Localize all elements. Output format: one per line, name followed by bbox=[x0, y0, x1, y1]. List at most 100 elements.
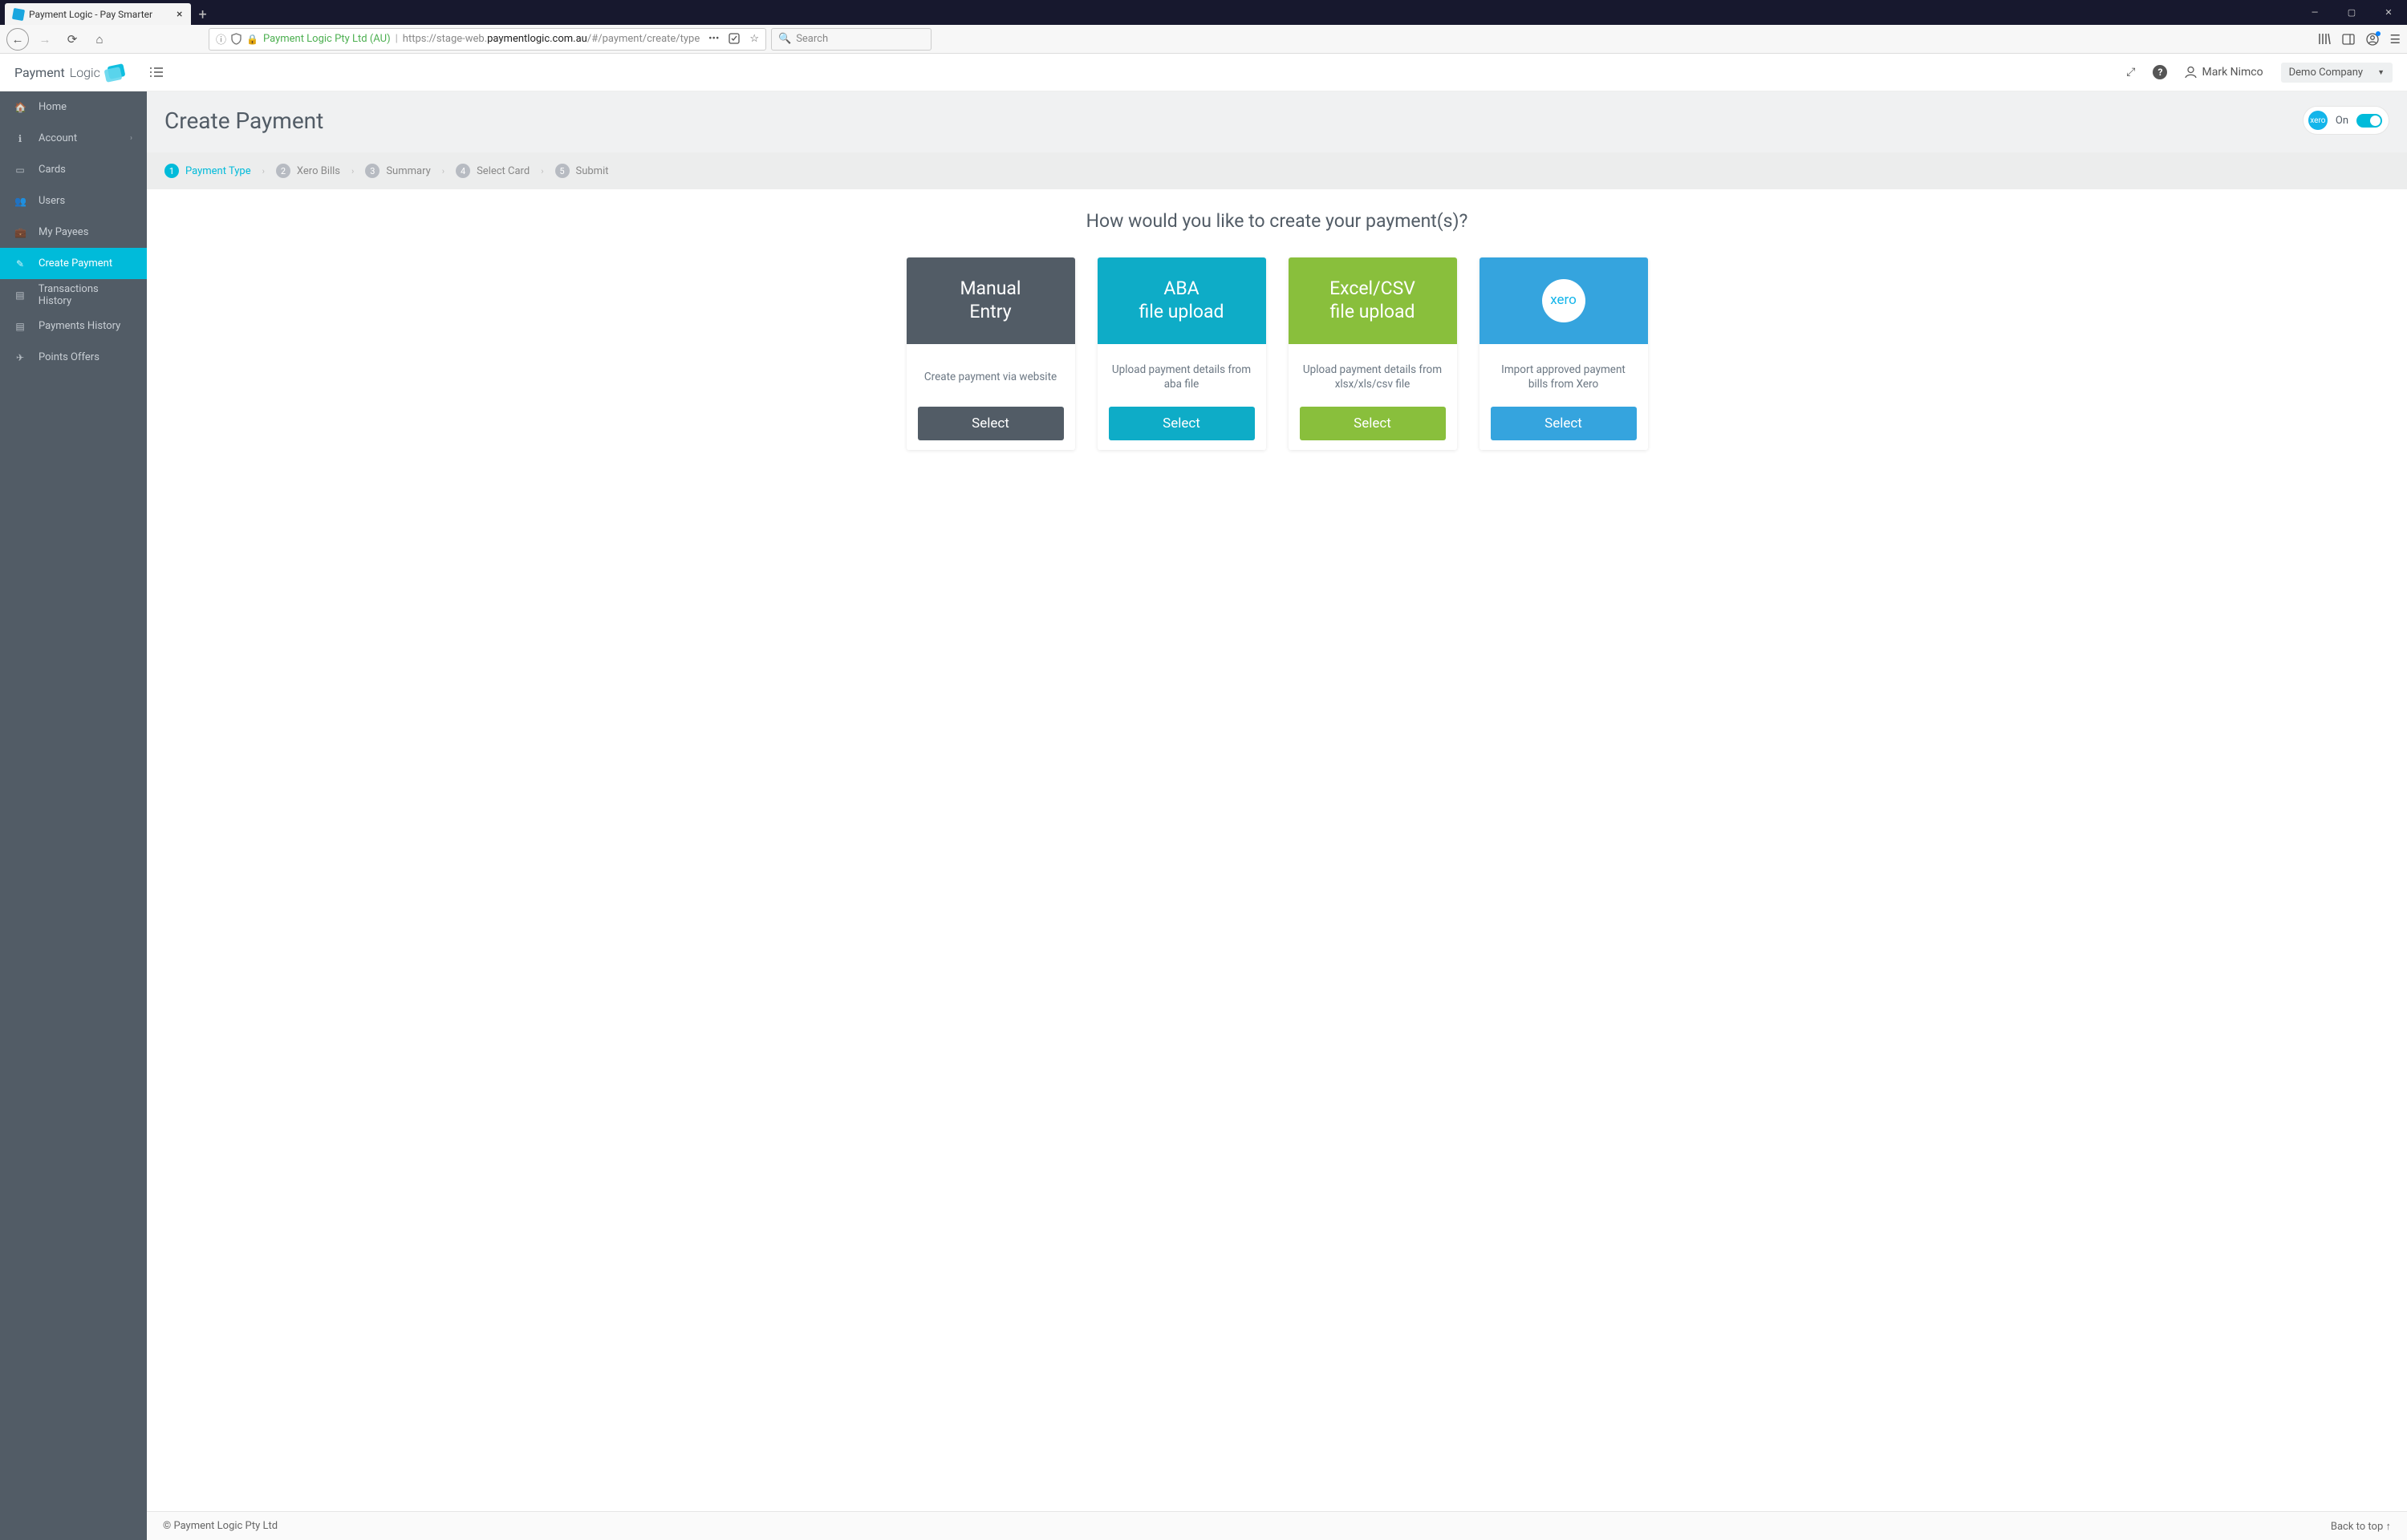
card-title: Excel/CSVfile upload bbox=[1289, 257, 1457, 344]
library-icon[interactable] bbox=[2318, 33, 2331, 45]
sidebar-item-account[interactable]: ℹ Account › bbox=[0, 123, 147, 154]
window-minimize-button[interactable]: — bbox=[2296, 0, 2333, 25]
sidebar-label: Transactions History bbox=[39, 283, 132, 307]
wizard-step-summary[interactable]: 3 Summary bbox=[365, 164, 430, 178]
card-xero-import: xero Import approved payment bills from … bbox=[1480, 257, 1648, 450]
xero-icon: xero bbox=[2308, 111, 2328, 130]
edit-icon: ✎ bbox=[14, 258, 26, 270]
sidebar-item-cards[interactable]: ▭ Cards bbox=[0, 154, 147, 185]
tab-close-icon[interactable]: × bbox=[177, 8, 182, 21]
search-bar[interactable]: 🔍 Search bbox=[771, 28, 932, 51]
list-icon: ▤ bbox=[14, 321, 26, 332]
address-bar[interactable]: ⓘ 🔒 Payment Logic Pty Ltd (AU) | https:/… bbox=[209, 28, 766, 51]
sidebar-item-payees[interactable]: 💼 My Payees bbox=[0, 217, 147, 248]
wizard-step-select-card[interactable]: 4 Select Card bbox=[456, 164, 530, 178]
new-tab-button[interactable]: + bbox=[199, 6, 207, 23]
bookmark-icon[interactable]: ☆ bbox=[749, 33, 759, 45]
briefcase-icon: 💼 bbox=[14, 227, 26, 238]
reader-icon[interactable] bbox=[729, 33, 740, 45]
wizard-step-xero-bills[interactable]: 2 Xero Bills bbox=[276, 164, 340, 178]
back-to-top-link[interactable]: Back to top ↑ bbox=[2331, 1520, 2391, 1533]
company-dropdown[interactable]: Demo Company ▼ bbox=[2281, 63, 2393, 83]
chevron-right-icon: › bbox=[130, 134, 132, 143]
app-header: Payment Logic ⤢ ? Mark Nimco Demo Compan… bbox=[0, 54, 2407, 91]
xero-logo-icon: xero bbox=[1542, 279, 1585, 322]
menu-icon[interactable]: ☰ bbox=[2390, 32, 2401, 47]
card-title: ManualEntry bbox=[907, 257, 1075, 344]
browser-tab[interactable]: Payment Logic - Pay Smarter × bbox=[5, 3, 191, 25]
xero-toggle-label: On bbox=[2336, 115, 2348, 127]
select-button[interactable]: Select bbox=[1109, 407, 1255, 440]
sidebar-label: My Payees bbox=[39, 226, 88, 238]
select-button[interactable]: Select bbox=[1300, 407, 1446, 440]
url-org: Payment Logic Pty Ltd (AU) bbox=[263, 33, 391, 45]
main-content: Create Payment xero On 1 Payment Type › … bbox=[147, 91, 2407, 1540]
window-close-button[interactable]: ✕ bbox=[2370, 0, 2407, 25]
browser-toolbar: ← → ⟳ ⌂ ⓘ 🔒 Payment Logic Pty Ltd (AU) |… bbox=[0, 25, 2407, 54]
sidebar-item-points[interactable]: ✈ Points Offers bbox=[0, 342, 147, 373]
reload-button[interactable]: ⟳ bbox=[61, 28, 83, 51]
brand-logo[interactable]: Payment Logic bbox=[14, 63, 124, 81]
card-desc: Upload payment details from aba file bbox=[1098, 344, 1266, 407]
tracking-icon[interactable] bbox=[231, 33, 242, 45]
help-icon[interactable]: ? bbox=[2153, 65, 2167, 79]
card-title: xero bbox=[1480, 257, 1648, 344]
search-placeholder: Search bbox=[796, 33, 828, 45]
user-name: Mark Nimco bbox=[2202, 66, 2263, 79]
card-title: ABAfile upload bbox=[1098, 257, 1266, 344]
wizard-step-submit[interactable]: 5 Submit bbox=[555, 164, 609, 178]
step-label: Submit bbox=[576, 165, 609, 177]
card-aba-upload: ABAfile upload Upload payment details fr… bbox=[1098, 257, 1266, 450]
sidebar-label: Payments History bbox=[39, 320, 120, 332]
toggle-sidebar-button[interactable] bbox=[150, 67, 163, 77]
user-menu[interactable]: Mark Nimco bbox=[2185, 66, 2263, 79]
xero-toggle[interactable]: xero On bbox=[2303, 106, 2389, 135]
wizard-steps: 1 Payment Type › 2 Xero Bills › 3 Summar… bbox=[147, 152, 2407, 189]
card-desc: Import approved payment bills from Xero bbox=[1480, 344, 1648, 407]
info-icon[interactable]: ⓘ bbox=[216, 31, 226, 47]
sidebar-label: Create Payment bbox=[39, 257, 112, 270]
sidebar-item-home[interactable]: 🏠 Home bbox=[0, 91, 147, 123]
wizard-step-payment-type[interactable]: 1 Payment Type bbox=[164, 164, 251, 178]
url-text: https://stage-web.paymentlogic.com.au/#/… bbox=[403, 33, 700, 45]
sidebar: 🏠 Home ℹ Account › ▭ Cards 👥 Users 💼 My … bbox=[0, 91, 147, 1540]
sidebar-item-create-payment[interactable]: ✎ Create Payment bbox=[0, 248, 147, 279]
sidebar-label: Home bbox=[39, 101, 67, 113]
chevron-right-icon: › bbox=[541, 166, 543, 176]
heading-question: How would you like to create your paymen… bbox=[168, 210, 2386, 232]
step-label: Xero Bills bbox=[297, 165, 340, 177]
account-icon[interactable] bbox=[2366, 33, 2379, 46]
window-maximize-button[interactable]: ▢ bbox=[2333, 0, 2370, 25]
sidebar-item-transactions[interactable]: ▤ Transactions History bbox=[0, 279, 147, 310]
sidebar-label: Cards bbox=[39, 164, 66, 176]
list-icon: ▤ bbox=[14, 290, 26, 301]
user-icon: ℹ bbox=[14, 133, 26, 144]
sidebar-label: Account bbox=[39, 132, 77, 144]
select-button[interactable]: Select bbox=[1491, 407, 1637, 440]
users-icon: 👥 bbox=[14, 196, 26, 207]
forward-button[interactable]: → bbox=[34, 28, 56, 51]
tab-title: Payment Logic - Pay Smarter bbox=[29, 9, 152, 20]
chevron-right-icon: › bbox=[351, 166, 354, 176]
select-button[interactable]: Select bbox=[918, 407, 1064, 440]
expand-icon[interactable]: ⤢ bbox=[2126, 66, 2135, 79]
toggle-switch[interactable] bbox=[2356, 114, 2382, 128]
tab-favicon bbox=[12, 7, 25, 20]
sidebar-label: Users bbox=[39, 195, 65, 207]
home-button[interactable]: ⌂ bbox=[88, 28, 111, 51]
page-title: Create Payment bbox=[164, 107, 323, 134]
chevron-down-icon: ▼ bbox=[2377, 68, 2385, 77]
card-desc: Create payment via website bbox=[907, 344, 1075, 407]
sidebar-toggle-icon[interactable] bbox=[2342, 34, 2355, 45]
window-controls: — ▢ ✕ bbox=[2296, 0, 2407, 25]
user-icon bbox=[2185, 66, 2197, 79]
sidebar-label: Points Offers bbox=[39, 351, 99, 363]
sidebar-item-users[interactable]: 👥 Users bbox=[0, 185, 147, 217]
back-button[interactable]: ← bbox=[6, 28, 29, 51]
company-name: Demo Company bbox=[2289, 67, 2363, 79]
browser-titlebar: Payment Logic - Pay Smarter × + — ▢ ✕ bbox=[0, 0, 2407, 25]
copyright: © Payment Logic Pty Ltd bbox=[163, 1520, 278, 1532]
page-actions-icon[interactable]: ••• bbox=[708, 33, 719, 45]
home-icon: 🏠 bbox=[14, 102, 26, 113]
sidebar-item-payments-history[interactable]: ▤ Payments History bbox=[0, 310, 147, 342]
